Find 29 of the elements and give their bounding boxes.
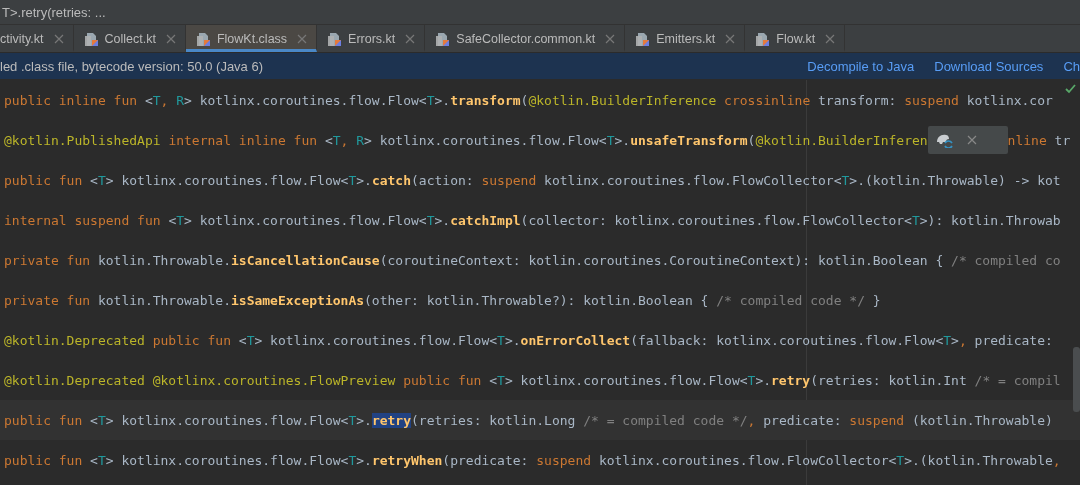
close-icon[interactable] (165, 33, 176, 44)
close-icon[interactable] (405, 33, 416, 44)
code-line: internal suspend fun <T> kotlinx.coroutines.flow.Flow<T>.catchImpl(collector: kotlinx.coroutines.flow.FlowCollector<T>): kotlin.Throwab (4, 212, 1061, 228)
sync-icon (935, 132, 953, 148)
code-line: public fun <T> kotlinx.coroutines.flow.Flow<T>.retryWhen(predicate: suspend kotlinx.coroutines.flow.FlowCollector<T>.(kotlin.Throwable, (4, 452, 1061, 468)
code-line: @kotlin.PublishedApi internal inline fun <T, R> kotlinx.coroutines.flow.Flow<T>.unsafeTransform(@kotlin.BuilderInferen (4, 132, 928, 148)
action-link[interactable]: Download Sources (934, 58, 1044, 74)
check-icon (1065, 84, 1076, 94)
close-icon[interactable] (605, 33, 616, 44)
scrollbar-thumb[interactable] (1073, 347, 1080, 412)
editor-tab[interactable]: ctivity.kt (0, 25, 74, 52)
editor-tab[interactable]: FlowKt.class (185, 25, 318, 52)
code-line: public fun <T> kotlinx.coroutines.flow.Flow<T>.retry(retries: kotlin.Long /* = compiled code */, predicate: suspend (kotlin.Throwable) (4, 412, 1053, 428)
code-line: private fun kotlin.Throwable.isCancellationCause(coroutineContext: kotlin.coroutines.CoroutineContext): kotlin.Boolean { /* compiled co (4, 252, 1061, 268)
code-line: public inline fun <T, R> kotlinx.coroutines.flow.Flow<T>.transform(@kotlin.BuilderInference crossinline transform: suspend kotlinx.cor (4, 92, 1053, 108)
code-line: nline tr (1007, 132, 1071, 148)
code-line: public fun <T> kotlinx.coroutines.flow.Flow<T>.catch(action: suspend kotlinx.coroutines.flow.FlowCollector<T>.(kotlin.Throwable) -> kot (4, 172, 1061, 188)
close-icon[interactable] (825, 33, 836, 44)
action-link[interactable]: Decompile to Java (807, 58, 915, 74)
breadcrumb[interactable]: T>.retry(retries: ... (2, 4, 106, 20)
info-message: led .class file, bytecode version: 50.0 (Java 6) (0, 58, 264, 74)
code-line: private fun kotlin.Throwable.isSameExceptionAs(other: kotlin.Throwable?): kotlin.Boolean { /* compiled code */ } (4, 292, 881, 308)
code-line: @kotlin.Deprecated @kotlinx.coroutines.FlowPreview public fun <T> kotlinx.coroutines.flow.Flow<T>.retry(retries: kotlin.Int /* = compil (4, 372, 1061, 388)
code-line: @kotlin.Deprecated public fun <T> kotlinx.coroutines.flow.Flow<T>.onErrorCollect(fallback: kotlinx.coroutines.flow.Flow<T>, predicate: (4, 332, 1053, 348)
close-icon[interactable] (725, 33, 736, 44)
action-link[interactable]: Ch (1063, 58, 1080, 74)
close-icon[interactable] (53, 33, 64, 44)
close-icon[interactable] (966, 135, 977, 145)
close-icon[interactable] (297, 33, 308, 44)
